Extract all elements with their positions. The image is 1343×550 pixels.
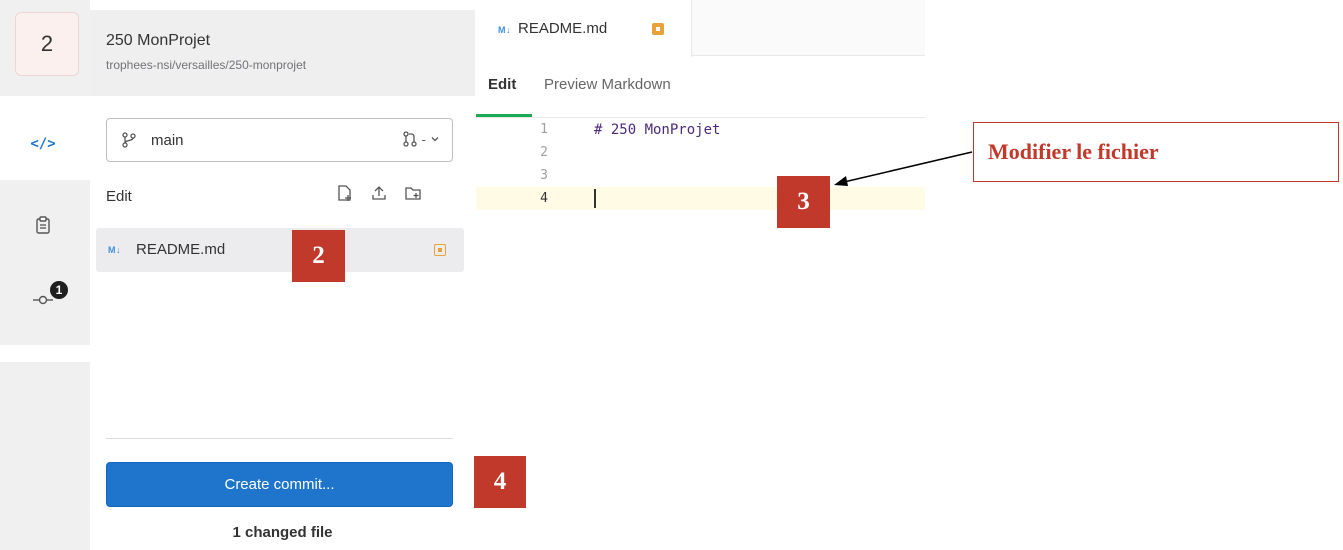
code-line: 1 # 250 MonProjet <box>476 118 925 141</box>
line-text: # 250 MonProjet <box>594 122 721 138</box>
file-tab-bar: M↓ README.md <box>476 0 925 57</box>
step-3-marker: 3 <box>777 176 830 228</box>
file-tab-label: README.md <box>518 20 608 37</box>
step-2-marker: 2 <box>292 230 345 282</box>
editor-mode-tabs: Edit Preview Markdown <box>476 64 925 118</box>
callout-modify-file: Modifier le fichier <box>973 122 1339 182</box>
clipboard-icon[interactable] <box>30 212 56 238</box>
ide-window: 2 </> 1 250 MonProjet trophees-nsi/versa… <box>0 0 925 345</box>
project-path: trophees-nsi/versailles/250-monprojet <box>106 58 307 72</box>
code-icon[interactable]: </> <box>30 131 56 157</box>
line-number: 1 <box>540 122 548 137</box>
file-tab-readme[interactable]: M↓ README.md <box>476 0 692 57</box>
create-commit-button[interactable]: Create commit... <box>106 462 453 507</box>
activity-rail: 2 </> 1 <box>0 0 90 345</box>
project-avatar[interactable]: 2 <box>15 12 79 76</box>
project-avatar-letter: 2 <box>40 31 54 56</box>
project-header[interactable]: 250 MonProjet trophees-nsi/versailles/25… <box>90 10 475 96</box>
file-tree-toolbar <box>336 184 422 207</box>
branch-name: main <box>151 132 184 149</box>
active-tab-indicator <box>476 114 532 117</box>
code-line-current: 4 <box>476 187 925 210</box>
text-cursor <box>594 189 596 208</box>
activity-rail-lower <box>0 362 90 550</box>
changed-files-count: 1 changed file <box>232 524 333 541</box>
new-folder-icon[interactable] <box>404 184 422 207</box>
commit-count-badge: 1 <box>50 281 68 299</box>
file-name: README.md <box>136 241 226 258</box>
markdown-icon: M↓ <box>108 245 121 255</box>
divider <box>106 438 453 439</box>
file-sidebar: 250 MonProjet trophees-nsi/versailles/25… <box>90 0 475 345</box>
tab-preview-markdown[interactable]: Preview Markdown <box>544 76 671 93</box>
markdown-icon: M↓ <box>498 25 511 35</box>
unsaved-changes-icon[interactable] <box>652 23 664 35</box>
merge-request-label: - <box>421 131 426 147</box>
commit-panel: Create commit... 1 changed file <box>0 362 475 550</box>
chevron-down-icon <box>431 137 439 142</box>
branch-icon <box>121 132 137 153</box>
line-number: 3 <box>540 168 548 183</box>
new-file-icon[interactable] <box>336 184 354 207</box>
line-number: 2 <box>540 145 548 160</box>
callout-arrow <box>834 151 973 186</box>
upload-icon[interactable] <box>370 184 388 207</box>
branch-selector[interactable]: main - <box>106 118 453 162</box>
project-name: 250 MonProjet <box>106 32 211 49</box>
merge-request-icon <box>403 131 417 147</box>
line-number: 4 <box>540 191 548 206</box>
file-tree-item-readme[interactable]: M↓ README.md <box>96 228 464 272</box>
modified-status-icon <box>434 244 446 256</box>
tab-edit[interactable]: Edit <box>488 76 516 93</box>
step-4-marker: 4 <box>474 456 526 508</box>
file-tree-title: Edit <box>106 188 132 205</box>
commit-section: Create commit... 1 changed file <box>90 362 475 550</box>
merge-request-selector[interactable]: - <box>402 131 440 147</box>
